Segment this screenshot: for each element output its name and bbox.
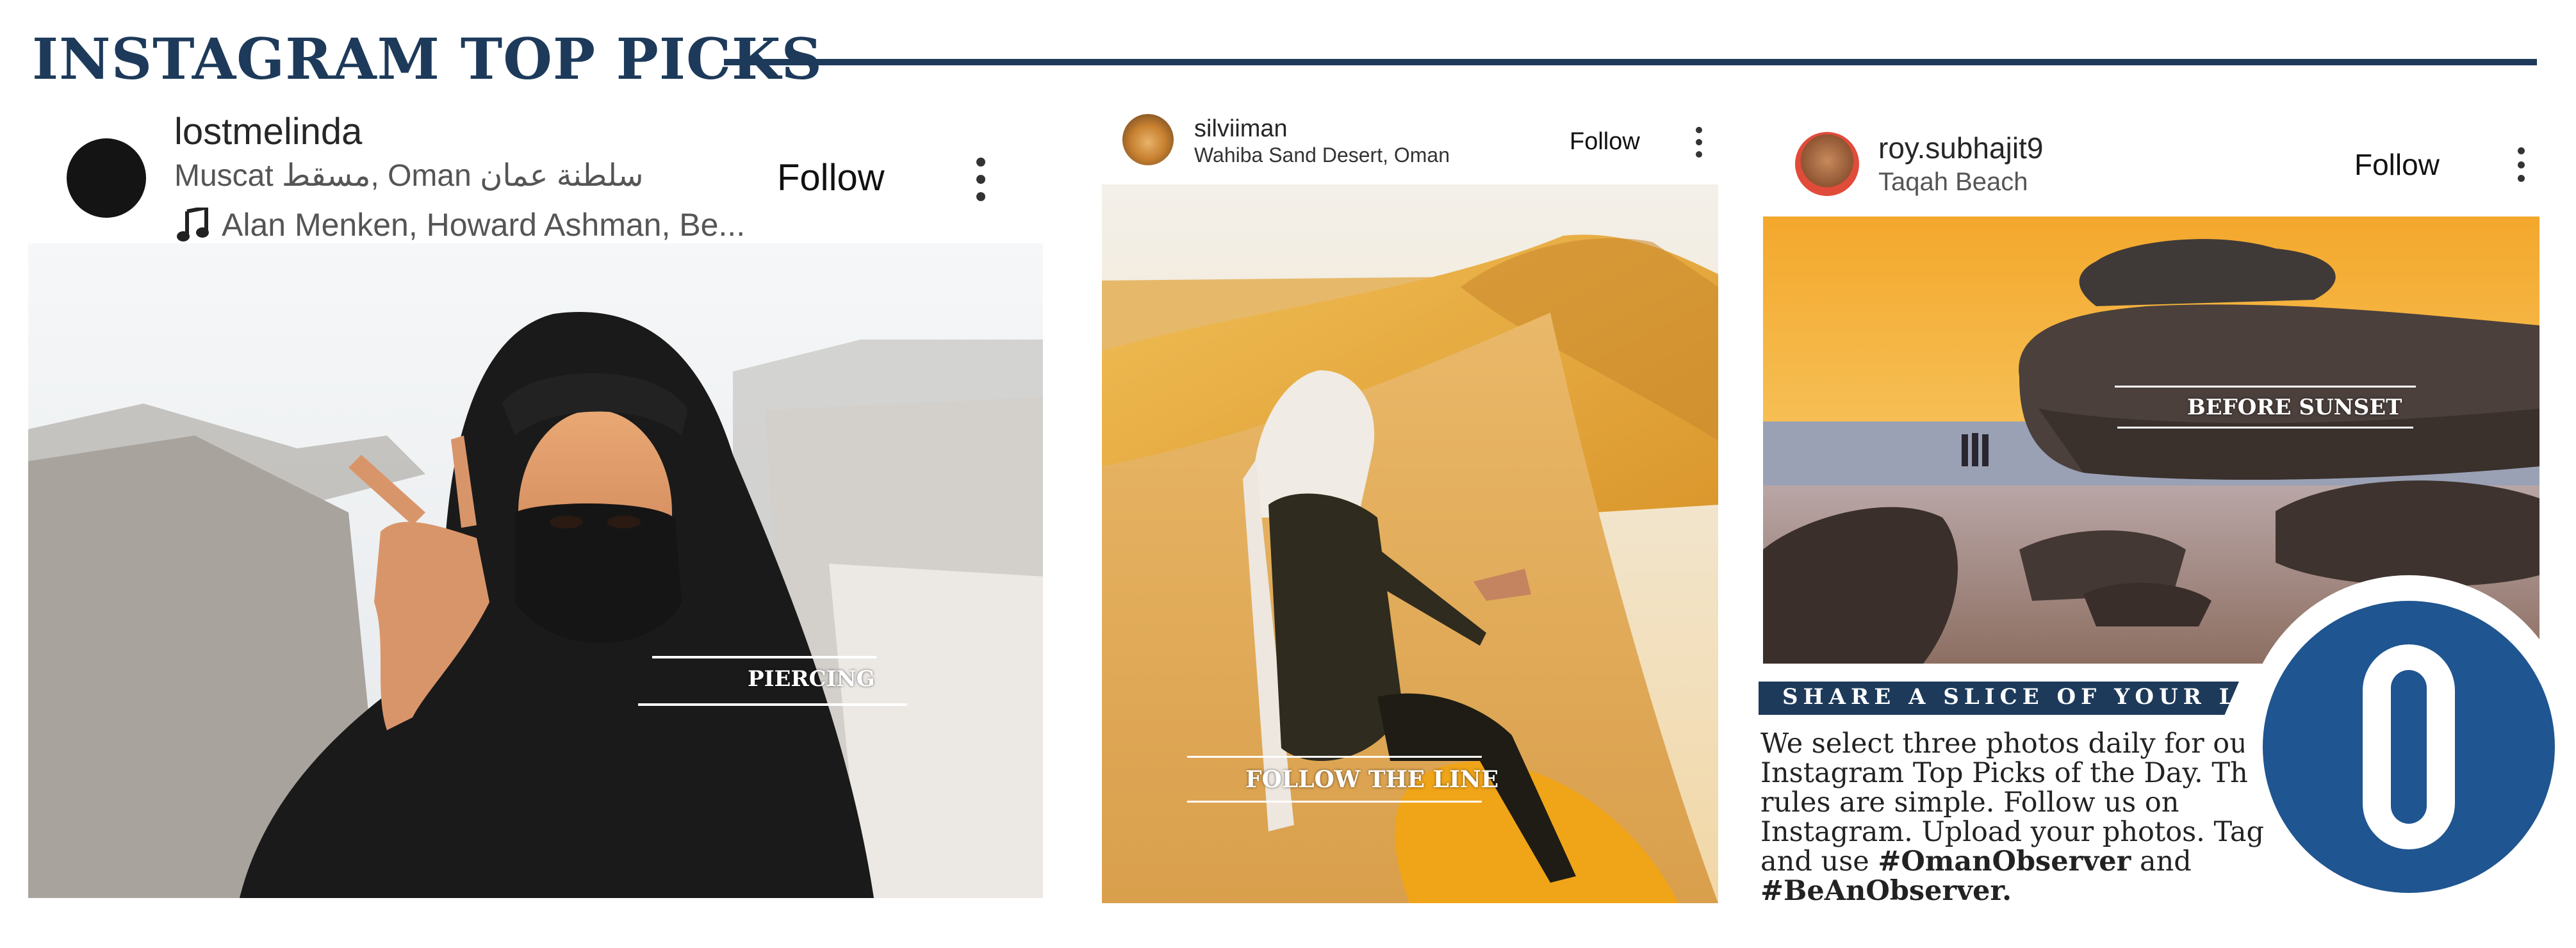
- post-username[interactable]: roy.subhajit9: [1878, 131, 2043, 165]
- caption-line: [2115, 386, 2416, 388]
- caption-line: [1187, 756, 1482, 758]
- and-word: and: [2139, 846, 2192, 878]
- follow-button[interactable]: Follow: [2354, 147, 2440, 182]
- avatar[interactable]: [67, 138, 146, 218]
- post-photo[interactable]: [28, 243, 1043, 898]
- share-banner-text: SHARE A SLICE OF YOUR LIFE: [1782, 684, 2297, 710]
- observer-logo: [2242, 574, 2575, 907]
- more-vertical-icon[interactable]: [975, 158, 987, 201]
- post-photo[interactable]: [1102, 184, 1718, 903]
- header-divider: [724, 59, 2537, 65]
- post-location[interactable]: Taqah Beach: [1878, 168, 2028, 197]
- photo-caption: PIERCING: [748, 666, 875, 692]
- music-note-icon: [177, 205, 209, 242]
- caption-line: [1187, 801, 1482, 803]
- more-vertical-icon[interactable]: [2516, 147, 2525, 182]
- follow-button[interactable]: Follow: [777, 156, 885, 199]
- page-title: INSTAGRAM TOP PICKS: [32, 26, 823, 92]
- more-vertical-icon[interactable]: [1694, 127, 1703, 158]
- post-location[interactable]: Muscat مسقط, Oman سلطنة عمان: [174, 158, 643, 193]
- photo-caption: FOLLOW THE LINE: [1245, 766, 1499, 793]
- post-username[interactable]: lostmelinda: [174, 110, 362, 153]
- avatar[interactable]: [1122, 114, 1174, 165]
- avatar[interactable]: [1795, 132, 1859, 196]
- caption-line: [2117, 427, 2413, 429]
- photo-caption: BEFORE SUNSET: [2187, 395, 2402, 420]
- post-music[interactable]: Alan Menken, Howard Ashman, Be...: [222, 206, 745, 243]
- caption-line: [638, 703, 907, 706]
- hashtag-oman-observer: #OmanObserver: [1878, 846, 2131, 878]
- hashtag-be-an-observer: #BeAnObserver.: [1760, 875, 2012, 907]
- post-location[interactable]: Wahiba Sand Desert, Oman: [1194, 143, 1450, 167]
- post-username[interactable]: silviiman: [1194, 115, 1288, 143]
- caption-line: [652, 656, 876, 658]
- follow-button[interactable]: Follow: [1570, 128, 1640, 156]
